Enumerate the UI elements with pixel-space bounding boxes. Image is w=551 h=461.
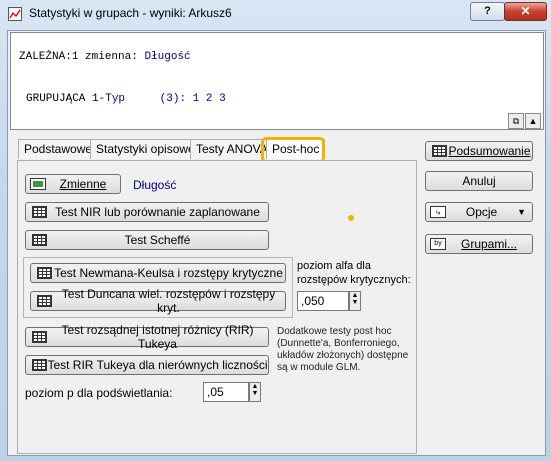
- grouping-label: GRUPUJĄCA: [26, 93, 86, 105]
- close-button[interactable]: ✕: [504, 2, 547, 21]
- alpha-label-line1: poziom alfa dla: [297, 260, 371, 272]
- nir-test-button[interactable]: Test NIR lub porównanie zaplanowane: [25, 202, 269, 222]
- p-level-spinner[interactable]: ▲ ▼: [249, 382, 261, 402]
- p-level-input[interactable]: ,05: [203, 382, 249, 402]
- glm-note: Dodatkowe testy post hoc (Dunnette'a, Bo…: [277, 326, 409, 373]
- grouping-variable: Typ: [105, 93, 126, 105]
- title-bar[interactable]: Statystyki w grupach - wyniki: Arkusz6 ?…: [0, 0, 551, 28]
- grouping-count: (3):: [159, 93, 187, 105]
- duncan-button[interactable]: Test Duncana wiel. rozstępów i rozstępy …: [30, 287, 286, 315]
- table-icon: [32, 359, 47, 371]
- newman-keuls-button[interactable]: Test Newmana-Keulsa i rozstępy krytyczne: [30, 263, 286, 283]
- by-groups-button[interactable]: by Grupami...: [425, 234, 533, 254]
- alpha-input[interactable]: ,050: [297, 291, 349, 311]
- tukey-unequal-button[interactable]: Test RIR Tukeya dla nierównych liczności: [25, 355, 269, 375]
- nir-test-label: Test NIR lub porównanie zaplanowane: [55, 205, 260, 219]
- dependent-prefix: 1 zmienna:: [71, 51, 145, 63]
- variables-button-label: Zmienne: [59, 177, 107, 191]
- summary-button[interactable]: Podsumowanie: [425, 141, 533, 161]
- options-button[interactable]: ⤷ Opcje ▼: [425, 202, 533, 222]
- table-icon: [32, 331, 47, 343]
- p-level-label: poziom p dla podświetlania:: [25, 386, 173, 400]
- grouping-number: 1-: [85, 93, 106, 105]
- help-button[interactable]: ?: [470, 2, 505, 21]
- cursor-marker: [348, 215, 354, 221]
- tukey-unequal-label: Test RIR Tukeya dla nierównych liczności: [47, 358, 268, 372]
- alpha-spinner[interactable]: ▲ ▼: [349, 291, 361, 311]
- arrow-up-icon[interactable]: ▲: [525, 113, 541, 129]
- cancel-label: Anuluj: [462, 174, 496, 188]
- table-icon: [32, 234, 47, 246]
- selected-variable: Długość: [133, 178, 177, 192]
- newman-keuls-label: Test Newmana-Keulsa i rozstępy krytyczne: [54, 266, 283, 280]
- tukey-hsd-button[interactable]: Test rozsądnej istotnej różnicy (RIR) Tu…: [25, 323, 269, 351]
- table-icon: [37, 295, 52, 307]
- copy-icon[interactable]: ⧉: [508, 113, 524, 129]
- grouping-line: GRUPUJĄCA 1-Typ (3): 1 2 3: [26, 93, 226, 105]
- by-groups-icon: by: [430, 238, 446, 250]
- table-icon: [32, 206, 47, 218]
- tab-statystyki-opisowe[interactable]: Statystyki opisowe: [90, 139, 201, 159]
- options-label: Opcje: [465, 205, 498, 219]
- dependent-line: ZALEŻNA:1 zmienna: Długość: [19, 51, 191, 63]
- duncan-label: Test Duncana wiel. rozstępów i rozstępy …: [61, 287, 276, 315]
- dependent-label: ZALEŻNA:: [19, 51, 72, 63]
- alpha-label-line2: rozstępów krytycznych:: [297, 274, 411, 286]
- statistica-app-icon: [8, 7, 22, 21]
- dependent-variable: Długość: [144, 51, 191, 63]
- tab-podstawowe[interactable]: Podstawowe: [18, 139, 99, 159]
- variables-summary-box: ZALEŻNA:1 zmienna: Długość GRUPUJĄCA 1-T…: [10, 32, 544, 130]
- grouping-values: 1 2 3: [192, 93, 226, 105]
- variables-icon: [30, 178, 46, 190]
- table-icon: [37, 267, 52, 279]
- dropdown-arrow-icon: ▼: [517, 207, 526, 217]
- cancel-button[interactable]: Anuluj: [425, 171, 533, 191]
- summary-label: Podsumowanie: [448, 144, 531, 158]
- variables-button[interactable]: Zmienne: [25, 174, 121, 194]
- window-title: Statystyki w grupach - wyniki: Arkusz6: [29, 6, 232, 20]
- tukey-hsd-label: Test rozsądnej istotnej różnicy (RIR) Tu…: [61, 323, 254, 351]
- scheffe-test-button[interactable]: Test Scheffé: [25, 230, 269, 250]
- by-groups-label: Grupami...: [460, 237, 517, 251]
- scheffe-test-label: Test Scheffé: [124, 233, 191, 247]
- table-icon: [432, 145, 447, 157]
- options-icon: ⤷: [430, 206, 446, 218]
